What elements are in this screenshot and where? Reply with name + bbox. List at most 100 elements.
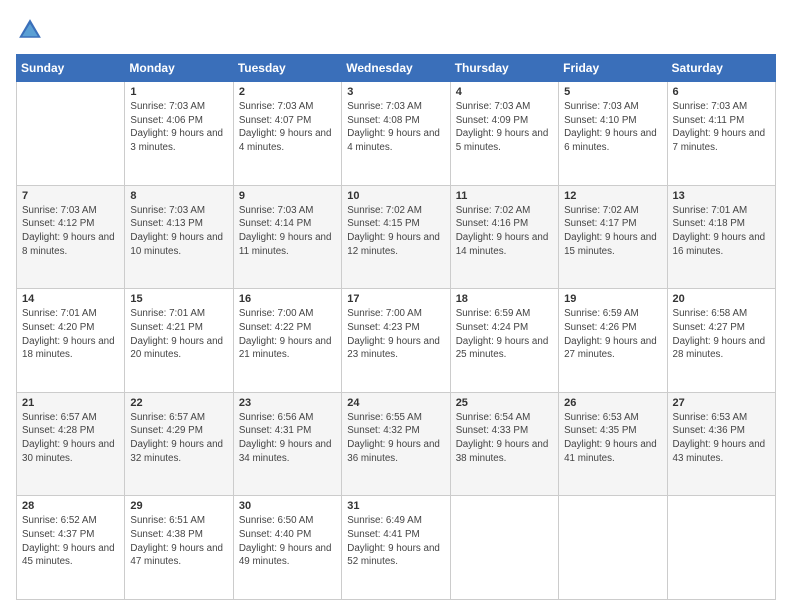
day-info: Sunrise: 7:02 AMSunset: 4:15 PMDaylight:…: [347, 204, 444, 259]
day-number: 8: [130, 190, 227, 202]
col-header-sunday: Sunday: [17, 55, 125, 82]
day-number: 21: [22, 397, 119, 409]
calendar-cell: 10 Sunrise: 7:02 AMSunset: 4:15 PMDayligh…: [342, 185, 450, 289]
day-number: 10: [347, 190, 444, 202]
day-info: Sunrise: 6:54 AMSunset: 4:33 PMDaylight:…: [456, 411, 553, 466]
calendar-cell: 11 Sunrise: 7:02 AMSunset: 4:16 PMDayligh…: [450, 185, 558, 289]
calendar-cell: 4Sunrise: 7:03 AMSunset: 4:09 PMDaylight…: [450, 82, 558, 186]
col-header-friday: Friday: [559, 55, 667, 82]
day-info: Sunrise: 6:49 AMSunset: 4:41 PMDaylight:…: [347, 514, 444, 569]
day-number: 27: [673, 397, 770, 409]
day-info: Sunrise: 6:55 AMSunset: 4:32 PMDaylight:…: [347, 411, 444, 466]
calendar-cell: 14Sunrise: 7:01 AMSunset: 4:20 PMDayligh…: [17, 289, 125, 393]
day-number: 2: [239, 86, 336, 98]
day-info: Sunrise: 7:03 AMSunset: 4:14 PMDaylight:…: [239, 204, 336, 259]
day-info: Sunrise: 6:57 AMSunset: 4:28 PMDaylight:…: [22, 411, 119, 466]
day-number: 16: [239, 293, 336, 305]
calendar-cell: 29 Sunrise: 6:51 AMSunset: 4:38 PMDayligh…: [125, 496, 233, 600]
day-info: Sunrise: 7:00 AMSunset: 4:22 PMDaylight:…: [239, 307, 336, 362]
day-number: 30: [239, 500, 336, 512]
calendar-cell: 6Sunrise: 7:03 AMSunset: 4:11 PMDaylight…: [667, 82, 775, 186]
day-info: Sunrise: 7:03 AMSunset: 4:06 PMDaylight:…: [130, 100, 227, 155]
day-number: 12: [564, 190, 661, 202]
day-number: 31: [347, 500, 444, 512]
day-info: Sunrise: 7:03 AMSunset: 4:12 PMDaylight:…: [22, 204, 119, 259]
day-number: 5: [564, 86, 661, 98]
day-info: Sunrise: 7:02 AMSunset: 4:16 PMDaylight:…: [456, 204, 553, 259]
day-number: 22: [130, 397, 227, 409]
calendar-cell: 2 Sunrise: 7:03 AMSunset: 4:07 PMDaylight…: [233, 82, 341, 186]
calendar-cell: 28 Sunrise: 6:52 AMSunset: 4:37 PMDayligh…: [17, 496, 125, 600]
calendar-cell: 19 Sunrise: 6:59 AMSunset: 4:26 PMDayligh…: [559, 289, 667, 393]
day-info: Sunrise: 7:02 AMSunset: 4:17 PMDaylight:…: [564, 204, 661, 259]
col-header-thursday: Thursday: [450, 55, 558, 82]
calendar-cell: 17 Sunrise: 7:00 AMSunset: 4:23 PMDayligh…: [342, 289, 450, 393]
calendar-header-row: SundayMondayTuesdayWednesdayThursdayFrid…: [17, 55, 776, 82]
day-info: Sunrise: 6:57 AMSunset: 4:29 PMDaylight:…: [130, 411, 227, 466]
day-info: Sunrise: 7:03 AMSunset: 4:08 PMDaylight:…: [347, 100, 444, 155]
day-number: 29: [130, 500, 227, 512]
calendar-week-row: 1 Sunrise: 7:03 AMSunset: 4:06 PMDaylight…: [17, 82, 776, 186]
day-number: 15: [130, 293, 227, 305]
calendar-cell: 8 Sunrise: 7:03 AMSunset: 4:13 PMDaylight…: [125, 185, 233, 289]
day-info: Sunrise: 6:51 AMSunset: 4:38 PMDaylight:…: [130, 514, 227, 569]
day-number: 18: [456, 293, 553, 305]
day-info: Sunrise: 7:03 AMSunset: 4:11 PMDaylight:…: [673, 100, 770, 155]
day-info: Sunrise: 7:01 AMSunset: 4:18 PMDaylight:…: [673, 204, 770, 259]
logo: [16, 16, 48, 44]
day-info: Sunrise: 7:03 AMSunset: 4:13 PMDaylight:…: [130, 204, 227, 259]
calendar-week-row: 21 Sunrise: 6:57 AMSunset: 4:28 PMDayligh…: [17, 392, 776, 496]
calendar-cell: 24 Sunrise: 6:55 AMSunset: 4:32 PMDayligh…: [342, 392, 450, 496]
calendar-cell: 5 Sunrise: 7:03 AMSunset: 4:10 PMDaylight…: [559, 82, 667, 186]
day-info: Sunrise: 6:59 AMSunset: 4:24 PMDaylight:…: [456, 307, 553, 362]
header: [16, 16, 776, 44]
day-info: Sunrise: 6:53 AMSunset: 4:36 PMDaylight:…: [673, 411, 770, 466]
calendar-table: SundayMondayTuesdayWednesdayThursdayFrid…: [16, 54, 776, 600]
day-number: 25: [456, 397, 553, 409]
day-number: 9: [239, 190, 336, 202]
calendar-cell: 27 Sunrise: 6:53 AMSunset: 4:36 PMDayligh…: [667, 392, 775, 496]
calendar-cell: 31 Sunrise: 6:49 AMSunset: 4:41 PMDayligh…: [342, 496, 450, 600]
day-number: 1: [130, 86, 227, 98]
day-info: Sunrise: 7:03 AMSunset: 4:09 PMDaylight:…: [456, 100, 553, 155]
day-number: 17: [347, 293, 444, 305]
calendar-cell: 1 Sunrise: 7:03 AMSunset: 4:06 PMDaylight…: [125, 82, 233, 186]
calendar-cell: 25 Sunrise: 6:54 AMSunset: 4:33 PMDayligh…: [450, 392, 558, 496]
day-number: 13: [673, 190, 770, 202]
calendar-cell: 15 Sunrise: 7:01 AMSunset: 4:21 PMDayligh…: [125, 289, 233, 393]
day-info: Sunrise: 7:01 AMSunset: 4:21 PMDaylight:…: [130, 307, 227, 362]
col-header-saturday: Saturday: [667, 55, 775, 82]
day-info: Sunrise: 7:03 AMSunset: 4:07 PMDaylight:…: [239, 100, 336, 155]
calendar-week-row: 28 Sunrise: 6:52 AMSunset: 4:37 PMDayligh…: [17, 496, 776, 600]
calendar-cell: 22 Sunrise: 6:57 AMSunset: 4:29 PMDayligh…: [125, 392, 233, 496]
calendar-cell: 21 Sunrise: 6:57 AMSunset: 4:28 PMDayligh…: [17, 392, 125, 496]
day-number: 11: [456, 190, 553, 202]
day-number: 7: [22, 190, 119, 202]
calendar-cell: 18 Sunrise: 6:59 AMSunset: 4:24 PMDayligh…: [450, 289, 558, 393]
calendar-cell: 7 Sunrise: 7:03 AMSunset: 4:12 PMDaylight…: [17, 185, 125, 289]
calendar-cell: 23Sunrise: 6:56 AMSunset: 4:31 PMDayligh…: [233, 392, 341, 496]
day-info: Sunrise: 6:53 AMSunset: 4:35 PMDaylight:…: [564, 411, 661, 466]
day-info: Sunrise: 6:52 AMSunset: 4:37 PMDaylight:…: [22, 514, 119, 569]
day-info: Sunrise: 6:59 AMSunset: 4:26 PMDaylight:…: [564, 307, 661, 362]
day-number: 3: [347, 86, 444, 98]
calendar-cell: 20Sunrise: 6:58 AMSunset: 4:27 PMDayligh…: [667, 289, 775, 393]
day-number: 26: [564, 397, 661, 409]
main-container: SundayMondayTuesdayWednesdayThursdayFrid…: [0, 0, 792, 612]
day-number: 19: [564, 293, 661, 305]
calendar-cell: [450, 496, 558, 600]
day-number: 28: [22, 500, 119, 512]
day-number: 24: [347, 397, 444, 409]
day-info: Sunrise: 6:58 AMSunset: 4:27 PMDaylight:…: [673, 307, 770, 362]
calendar-cell: [559, 496, 667, 600]
calendar-cell: 30Sunrise: 6:50 AMSunset: 4:40 PMDayligh…: [233, 496, 341, 600]
day-number: 14: [22, 293, 119, 305]
col-header-monday: Monday: [125, 55, 233, 82]
calendar-cell: 9 Sunrise: 7:03 AMSunset: 4:14 PMDaylight…: [233, 185, 341, 289]
day-info: Sunrise: 7:03 AMSunset: 4:10 PMDaylight:…: [564, 100, 661, 155]
logo-icon: [16, 16, 44, 44]
calendar-week-row: 7 Sunrise: 7:03 AMSunset: 4:12 PMDaylight…: [17, 185, 776, 289]
col-header-wednesday: Wednesday: [342, 55, 450, 82]
day-info: Sunrise: 7:00 AMSunset: 4:23 PMDaylight:…: [347, 307, 444, 362]
calendar-cell: 26 Sunrise: 6:53 AMSunset: 4:35 PMDayligh…: [559, 392, 667, 496]
